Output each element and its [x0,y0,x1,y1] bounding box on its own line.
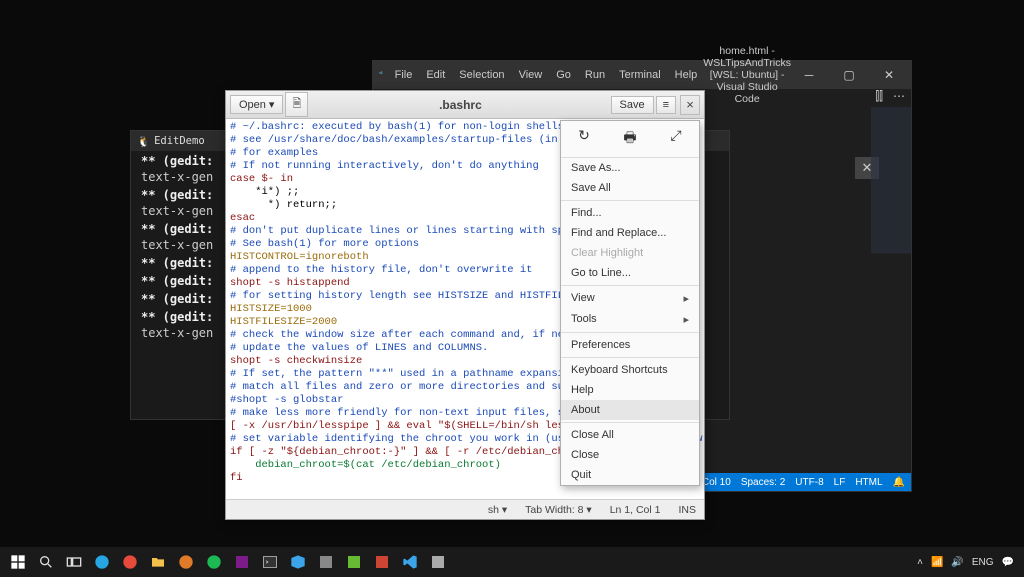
menu-separator [561,422,699,423]
status-mode[interactable]: INS [678,504,696,516]
spotify-icon[interactable] [200,548,228,576]
menu-item-quit[interactable]: Quit [561,465,699,485]
tray-chevron-icon[interactable]: ˄ [917,557,923,568]
tray-notify-icon[interactable]: 💬 [1002,557,1014,568]
status-spaces[interactable]: Spaces: 2 [741,477,785,488]
menu-go[interactable]: Go [550,66,577,84]
menu-item-find-[interactable]: Find... [561,203,699,223]
app2-icon[interactable] [424,548,452,576]
windows-taskbar: ˄ 📶 🔊 ENG 💬 [0,547,1024,577]
vscode-titlebar: File Edit Selection View Go Run Terminal… [373,61,911,89]
close-icon[interactable]: ✕ [871,63,907,87]
onenote-icon[interactable] [228,548,256,576]
vscode-task-icon[interactable] [396,548,424,576]
status-tabwidth[interactable]: Tab Width: 8 ▾ [525,504,592,516]
save-button[interactable]: Save [611,96,654,114]
menu-terminal[interactable]: Terminal [613,66,667,84]
chevron-right-icon: ▸ [683,292,689,305]
terminal-icon[interactable] [256,548,284,576]
status-lang[interactable]: HTML [855,477,882,488]
gedit-hamburger-menu: ↻ 🖶 ⤢ Save As...Save All Find...Find and … [560,120,700,486]
reload-icon[interactable]: ↻ [561,121,607,157]
new-doc-button[interactable]: 🗎 [285,92,308,117]
gedit-filename: .bashrc [310,98,610,112]
chevron-down-icon: ▾ [269,98,275,111]
search-icon[interactable] [32,548,60,576]
status-enc[interactable]: UTF-8 [795,477,823,488]
menu-item-preferences[interactable]: Preferences [561,335,699,355]
hamburger-button[interactable]: ≡ [656,96,676,114]
gedit-toolbar: Open▾ 🗎 .bashrc Save ≡ × [226,91,704,119]
vscode-menu: File Edit Selection View Go Run Terminal… [389,66,704,84]
menu-item-save-as-[interactable]: Save As... [561,158,699,178]
status-eol[interactable]: LF [834,477,846,488]
menu-view[interactable]: View [513,66,549,84]
menu-item-help[interactable]: Help [561,380,699,400]
menu-item-go-to-line-[interactable]: Go to Line... [561,263,699,283]
minimize-icon[interactable]: ─ [791,63,827,87]
system-tray[interactable]: ˄ 📶 🔊 ENG 💬 [917,557,1020,568]
menu-separator [561,357,699,358]
gedit-statusbar: sh ▾ Tab Width: 8 ▾ Ln 1, Col 1 INS [226,499,704,519]
penguin-icon: 🐧 [137,135,150,148]
menu-item-clear-highlight: Clear Highlight [561,243,699,263]
menu-help[interactable]: Help [669,66,704,84]
camtasia-icon[interactable] [340,548,368,576]
menu-separator [561,332,699,333]
menu-run[interactable]: Run [579,66,611,84]
vscode-logo-icon [379,66,383,84]
edge-icon[interactable] [88,548,116,576]
app-red-icon[interactable] [368,548,396,576]
menu-item-view[interactable]: View▸ [561,288,699,309]
menu-item-save-all[interactable]: Save All [561,178,699,198]
split-icon[interactable]: ⫿⫿ [875,89,883,109]
vs-icon[interactable] [284,548,312,576]
menu-separator [561,200,699,201]
menu-selection[interactable]: Selection [453,66,510,84]
menu-file[interactable]: File [389,66,419,84]
open-button[interactable]: Open▾ [230,95,283,114]
menu-edit[interactable]: Edit [420,66,451,84]
menu-item-about[interactable]: About [561,400,699,420]
chrome-icon[interactable] [116,548,144,576]
status-lang[interactable]: sh ▾ [488,504,507,516]
minimap[interactable] [871,107,911,473]
notification-icon[interactable]: 🔔 [893,477,905,488]
maximize-icon[interactable]: ▢ [831,63,867,87]
start-button[interactable] [4,548,32,576]
menu-item-close[interactable]: Close [561,445,699,465]
vscode-window-title: home.html - WSLTipsAndTricks [WSL: Ubunt… [703,45,791,105]
taskview-icon[interactable] [60,548,88,576]
close-button[interactable]: × [680,95,700,115]
menu-item-keyboard-shortcuts[interactable]: Keyboard Shortcuts [561,360,699,380]
tray-sound-icon[interactable]: 🔊 [951,557,963,568]
app-icon[interactable] [312,548,340,576]
tray-wifi-icon[interactable]: 📶 [931,557,943,568]
firefox-icon[interactable] [172,548,200,576]
menu-item-close-all[interactable]: Close All [561,425,699,445]
menu-separator [561,285,699,286]
explorer-icon[interactable] [144,548,172,576]
menu-item-find-and-replace-[interactable]: Find and Replace... [561,223,699,243]
menu-icon-row: ↻ 🖶 ⤢ [561,121,699,158]
tray-lang[interactable]: ENG [972,557,994,568]
print-icon[interactable]: 🖶 [607,121,653,157]
more-icon[interactable]: ⋯ [893,89,905,109]
menu-item-tools[interactable]: Tools▸ [561,309,699,330]
status-position: Ln 1, Col 1 [610,504,661,516]
fullscreen-icon[interactable]: ⤢ [653,121,699,157]
chevron-right-icon: ▸ [683,313,689,326]
